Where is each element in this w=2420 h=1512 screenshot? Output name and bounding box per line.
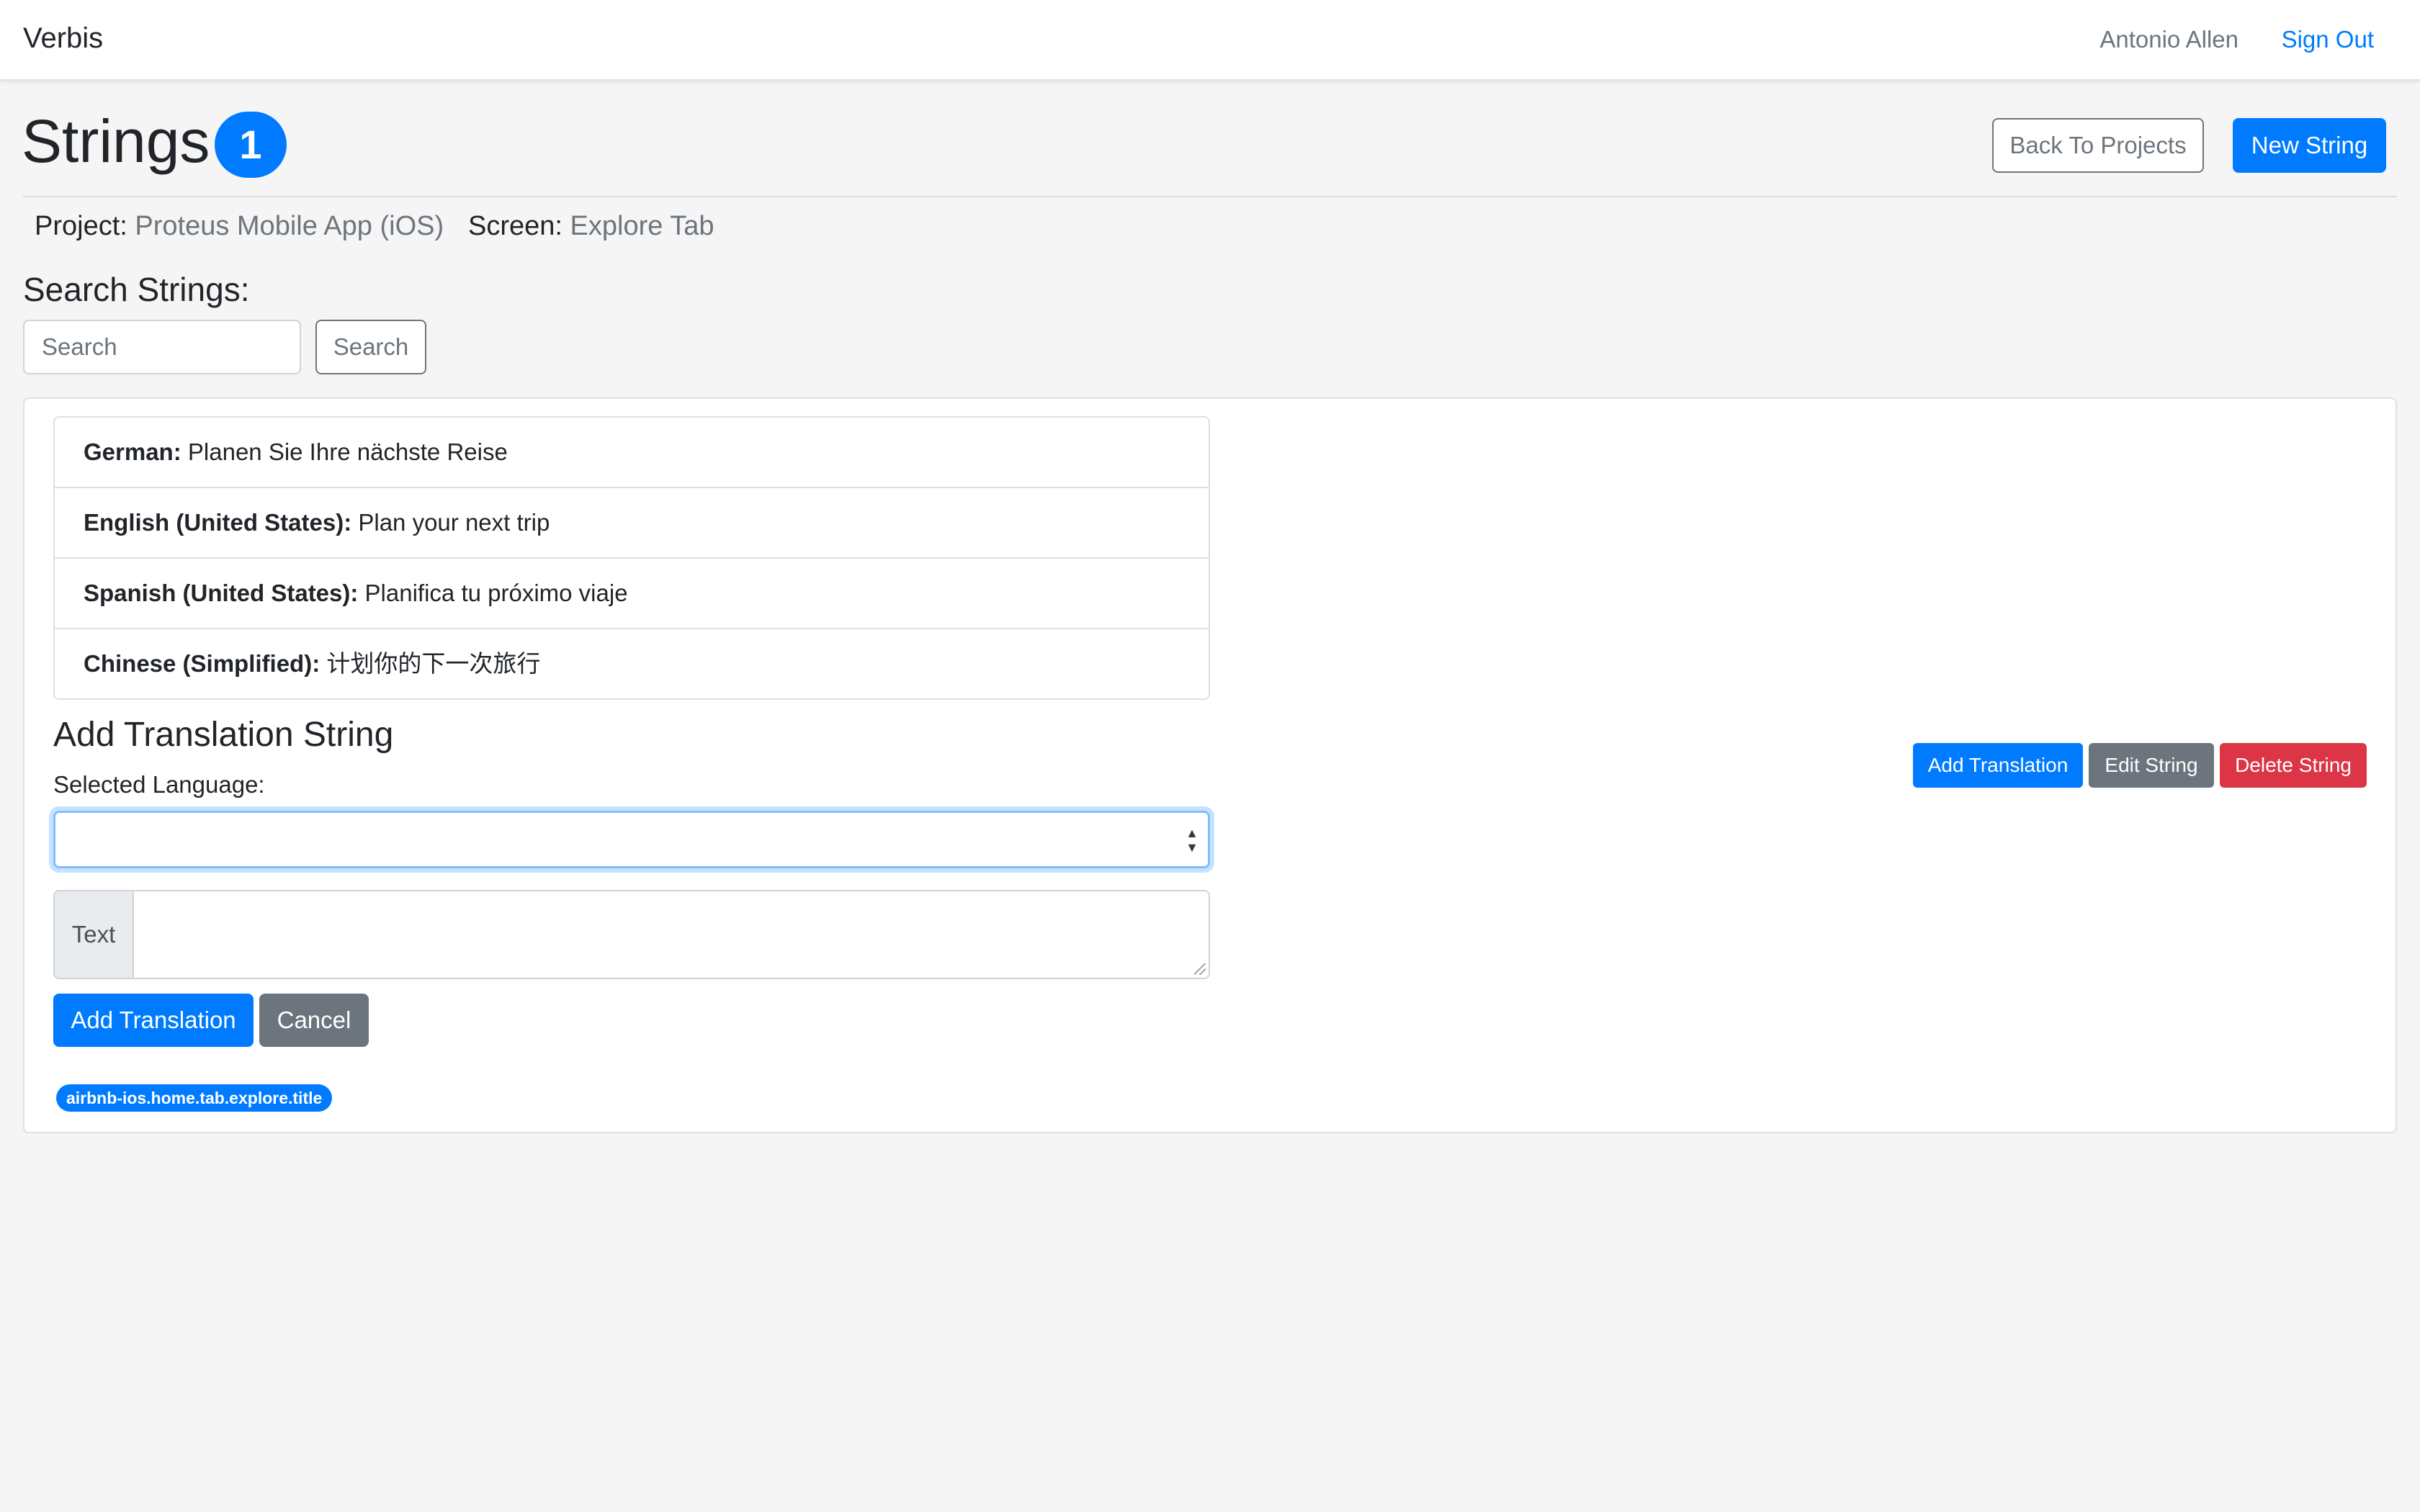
text-addon-label: Text xyxy=(55,891,134,978)
screen-name: Explore Tab xyxy=(570,211,714,241)
project-info: Project: Proteus Mobile App (iOS) xyxy=(35,207,444,245)
translation-text: Planifica tu próximo viaje xyxy=(364,580,628,606)
translation-row: German: Planen Sie Ihre nächste Reise xyxy=(55,418,1209,488)
resize-handle-icon[interactable] xyxy=(1194,963,1206,975)
translation-text: Plan your next trip xyxy=(358,509,550,536)
project-label: Project: xyxy=(35,211,127,241)
header-divider xyxy=(23,196,2397,197)
navbar: Verbis Antonio Allen Sign Out xyxy=(0,0,2420,81)
page: Verbis Antonio Allen Sign Out Strings 1 … xyxy=(0,0,2420,1512)
back-to-projects-button[interactable]: Back To Projects xyxy=(1992,118,2204,173)
translation-row: Chinese (Simplified): 计划你的下一次旅行 xyxy=(55,629,1209,700)
selected-language-label: Selected Language: xyxy=(53,771,265,798)
search-heading: Search Strings: xyxy=(23,271,250,308)
translation-language: English (United States): xyxy=(84,509,352,536)
user-name[interactable]: Antonio Allen xyxy=(2099,26,2238,53)
screen-label: Screen: xyxy=(468,211,563,241)
string-key-badge: airbnb-ios.home.tab.explore.title xyxy=(56,1084,333,1112)
translation-text: 计划你的下一次旅行 xyxy=(326,650,541,677)
translation-row: English (United States): Plan your next … xyxy=(55,488,1209,559)
project-name: Proteus Mobile App (iOS) xyxy=(135,211,444,241)
language-select[interactable]: ▲ ▼ xyxy=(53,811,1210,868)
translation-text-field[interactable] xyxy=(135,891,1209,978)
translation-language: German: xyxy=(84,438,182,465)
translation-list: German: Planen Sie Ihre nächste Reise En… xyxy=(53,416,1210,700)
add-translation-button[interactable]: Add Translation xyxy=(1913,743,2083,788)
translation-text: Planen Sie Ihre nächste Reise xyxy=(187,438,508,465)
translation-language: Spanish (United States): xyxy=(84,580,359,606)
page-title: Strings xyxy=(22,107,210,175)
text-input-group: Text xyxy=(53,890,1210,979)
add-translation-heading: Add Translation String xyxy=(53,716,394,754)
search-input[interactable] xyxy=(23,320,301,374)
sign-out-link[interactable]: Sign Out xyxy=(2282,26,2374,53)
edit-string-button[interactable]: Edit String xyxy=(2089,743,2214,788)
translation-row: Spanish (United States): Planifica tu pr… xyxy=(55,559,1209,629)
add-translation-submit-button[interactable]: Add Translation xyxy=(53,994,254,1047)
select-arrows-icon: ▲ ▼ xyxy=(1186,826,1198,855)
brand-logo[interactable]: Verbis xyxy=(23,22,103,55)
new-string-button[interactable]: New String xyxy=(2233,118,2386,173)
delete-string-button[interactable]: Delete String xyxy=(2220,743,2367,788)
translation-language: Chinese (Simplified): xyxy=(84,650,321,677)
string-count-badge: 1 xyxy=(215,112,287,178)
cancel-button[interactable]: Cancel xyxy=(259,994,369,1047)
search-button[interactable]: Search xyxy=(315,320,426,374)
screen-info: Screen: Explore Tab xyxy=(468,207,714,245)
